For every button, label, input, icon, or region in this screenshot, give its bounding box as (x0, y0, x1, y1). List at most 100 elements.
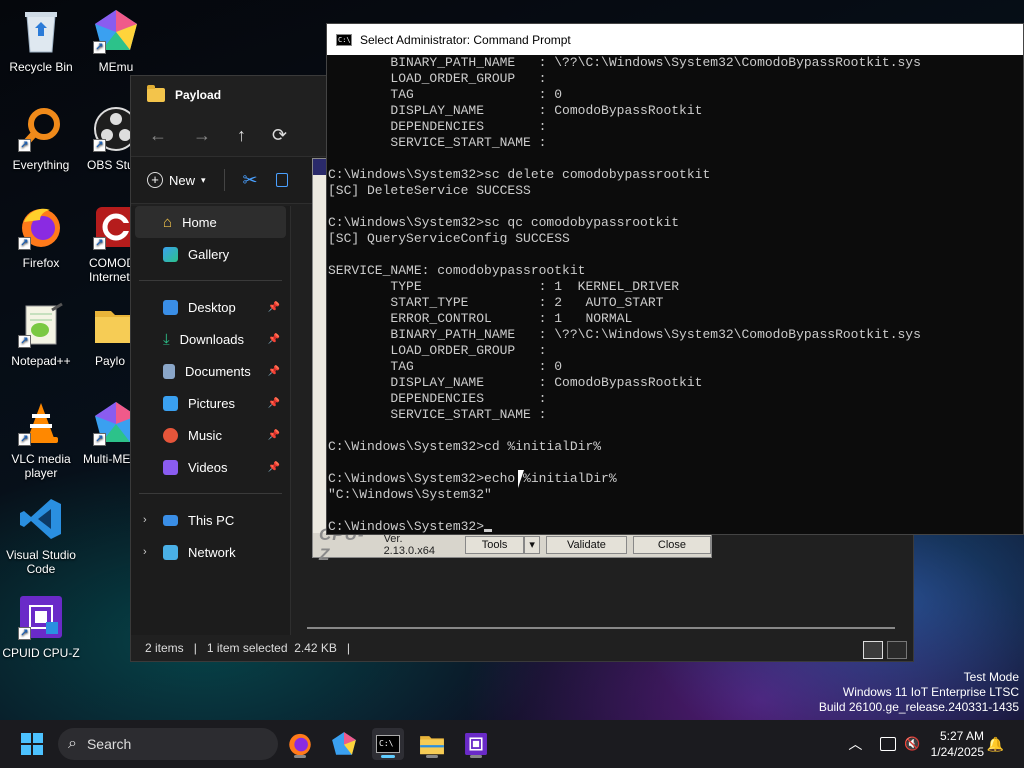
cmd-output-line: LOAD_ORDER_GROUP : (328, 343, 547, 358)
sidebar-item-downloads[interactable]: ⤓ Downloads 📌 (131, 323, 290, 355)
sidebar-divider (139, 280, 282, 281)
taskbar-firefox[interactable] (284, 728, 316, 760)
desktop-icon-recycle-bin[interactable]: Recycle Bin (0, 8, 82, 74)
cmd-output-line (328, 503, 1023, 519)
chevron-right-icon[interactable]: › (143, 546, 147, 558)
cpuz-icon (465, 733, 487, 755)
memu-icon (332, 732, 356, 755)
sidebar-item-label: Music (188, 427, 222, 443)
videos-icon (163, 459, 178, 475)
cmd-output-line (328, 247, 1023, 263)
pin-icon[interactable]: 📌 (268, 302, 280, 313)
cmd-output-line: C:\Windows\System32>cd %initialDir% (328, 439, 602, 454)
watermark-test-mode: Test Mode (963, 670, 1019, 684)
cut-icon[interactable]: ✂ (243, 170, 258, 191)
validate-button[interactable]: Validate (545, 536, 627, 554)
network-icon (163, 544, 178, 560)
taskbar-cpuz[interactable] (460, 728, 492, 760)
sidebar-item-desktop[interactable]: Desktop 📌 (131, 291, 290, 323)
cmd-output-line: START_TYPE : 2 AUTO_START (328, 295, 664, 310)
sidebar-item-label: Desktop (188, 299, 236, 315)
start-button[interactable] (16, 728, 48, 760)
back-arrow-icon[interactable]: ← (149, 125, 167, 146)
notification-bell-icon[interactable]: 🔔 (987, 736, 1004, 753)
taskbar-command-prompt[interactable]: C:\ (372, 728, 404, 760)
desktop-icon-memu[interactable]: ↗ MEmu (75, 8, 157, 74)
cmd-output-line (328, 151, 1023, 167)
sidebar-item-home[interactable]: ⌂ Home (135, 206, 286, 238)
text-cursor (484, 529, 493, 532)
pin-icon[interactable]: 📌 (268, 398, 280, 409)
taskbar-file-explorer[interactable] (416, 728, 448, 760)
sidebar-item-music[interactable]: Music 📌 (131, 419, 290, 451)
music-icon (163, 427, 178, 443)
cmd-output-line: SERVICE_START_NAME : (328, 135, 547, 150)
firefox-icon: ↗ (18, 204, 64, 250)
cmd-title-bar[interactable]: C:\ Select Administrator: Command Prompt (327, 24, 1023, 55)
cmd-output-line: BINARY_PATH_NAME : \??\C:\Windows\System… (328, 327, 921, 342)
sidebar-item-gallery[interactable]: Gallery (131, 238, 290, 270)
new-button[interactable]: + New ▾ (147, 172, 206, 188)
cmd-output-line (328, 199, 1023, 215)
mouse-cursor-icon (518, 470, 524, 488)
clock[interactable]: 5:27 AM 1/24/2025 (931, 728, 984, 760)
chevron-right-icon[interactable]: › (143, 514, 147, 526)
refresh-icon[interactable]: ⟳ (272, 125, 287, 146)
sidebar-item-network[interactable]: › Network (131, 536, 290, 568)
desktop-icon-cpuz[interactable]: ↗ CPUID CPU-Z (0, 594, 82, 660)
firefox-icon (289, 733, 311, 756)
volume-muted-icon[interactable]: 🔇 (904, 736, 920, 752)
clock-time: 5:27 AM (939, 729, 984, 743)
terminal-icon: C:\ (376, 735, 400, 753)
up-arrow-icon[interactable]: ↑ (237, 125, 246, 146)
taskbar: ⌕ Search C:\ ︿ 🔇 5:27 AM 1/24/2025 🔔 (0, 720, 1024, 768)
details-view-button[interactable] (863, 641, 883, 659)
copy-icon[interactable] (275, 173, 288, 187)
desktop-icon-everything[interactable]: ↗ Everything (0, 106, 82, 172)
taskbar-memu[interactable] (328, 728, 360, 760)
explorer-title: Payload (175, 88, 222, 102)
clock-date: 1/24/2025 (930, 745, 984, 759)
desktop-icon-firefox[interactable]: ↗ Firefox (0, 204, 82, 270)
sidebar-item-pictures[interactable]: Pictures 📌 (131, 387, 290, 419)
sidebar-item-label: Pictures (188, 395, 235, 411)
sidebar-item-label: Documents (185, 363, 251, 379)
forward-arrow-icon[interactable]: → (193, 125, 211, 146)
computer-icon (163, 514, 178, 526)
pin-icon[interactable]: 📌 (268, 366, 280, 377)
pictures-icon (163, 395, 178, 411)
desktop-icon-vlc[interactable]: ↗ VLC media player (0, 400, 82, 480)
chevron-up-icon[interactable]: ︿ (848, 734, 862, 754)
cmd-output-line: C:\Windows\System32>echo %initialDir% (328, 471, 617, 486)
tiles-view-button[interactable] (887, 641, 907, 659)
sidebar-item-this-pc[interactable]: › This PC (131, 504, 290, 536)
pin-icon[interactable]: 📌 (268, 334, 280, 345)
cmd-output-line: SERVICE_NAME: comodobypassrootkit (328, 263, 586, 278)
sidebar-item-documents[interactable]: Documents 📌 (131, 355, 290, 387)
windows-watermark: Test Mode Windows 11 IoT Enterprise LTSC… (819, 670, 1019, 715)
cmd-console-output[interactable]: BINARY_PATH_NAME : \??\C:\Windows\System… (328, 55, 1023, 534)
close-label: Close (657, 539, 686, 551)
pin-icon[interactable]: 📌 (268, 462, 280, 473)
cmd-output-line: DISPLAY_NAME : ComodoBypassRootkit (328, 375, 703, 390)
active-indicator (381, 755, 395, 758)
close-button[interactable]: Close (632, 536, 711, 554)
horizontal-scrollbar[interactable] (307, 627, 895, 629)
command-prompt-window[interactable]: C:\ Select Administrator: Command Prompt… (326, 23, 1024, 535)
search-icon: ⌕ (68, 735, 77, 752)
tools-dropdown-button[interactable]: ▾ (524, 536, 540, 554)
pin-icon[interactable]: 📌 (268, 430, 280, 441)
tools-button[interactable]: Tools (464, 536, 525, 554)
cmd-output-line (328, 455, 1023, 471)
network-status-icon[interactable] (880, 737, 897, 751)
shortcut-arrow-icon: ↗ (18, 139, 31, 152)
desktop-icon-label: Firefox (22, 256, 60, 270)
sidebar-item-videos[interactable]: Videos 📌 (131, 451, 290, 483)
desktop-icon-vscode[interactable]: Visual Studio Code (0, 496, 82, 576)
everything-search-icon: ↗ (18, 106, 64, 152)
cmd-output-line: [SC] QueryServiceConfig SUCCESS (328, 231, 570, 246)
taskbar-search-box[interactable]: ⌕ Search (58, 728, 278, 760)
desktop-icon-notepadpp[interactable]: ↗ Notepad++ (0, 302, 82, 368)
status-divider: | (346, 641, 351, 655)
watermark-edition: Windows 11 IoT Enterprise LTSC (842, 685, 1019, 699)
